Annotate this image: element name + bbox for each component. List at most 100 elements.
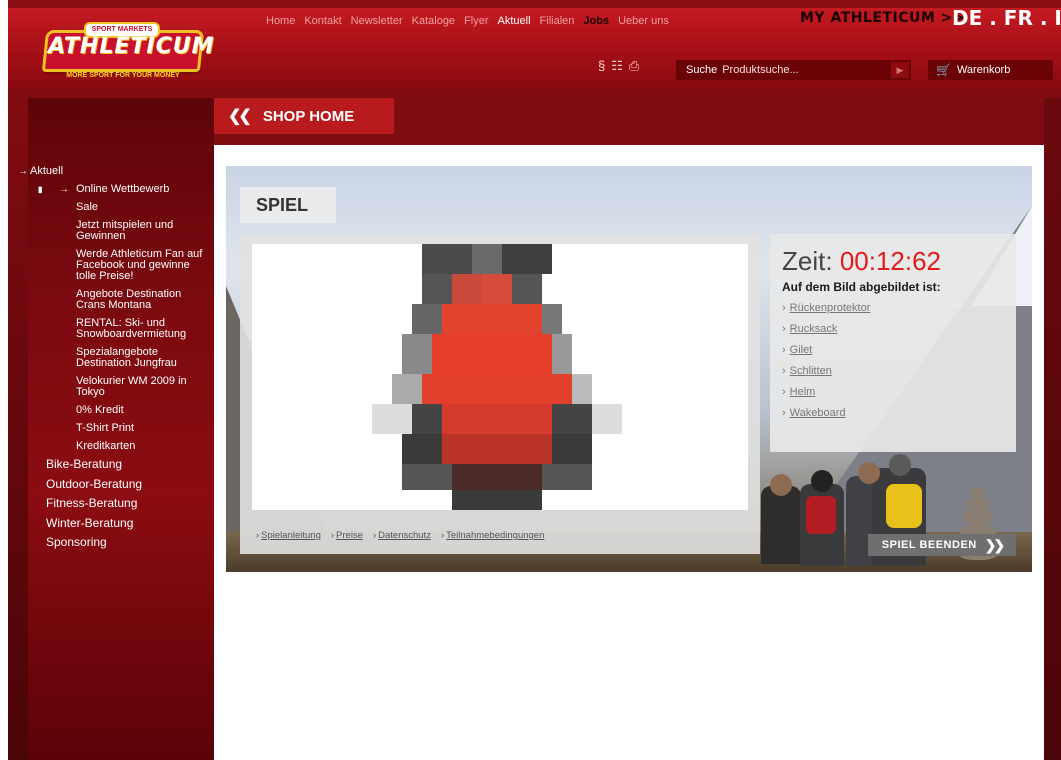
- end-game-button[interactable]: SPIEL BEENDEN ❯❯: [868, 534, 1016, 556]
- hiker-figure: [761, 486, 801, 564]
- answer-option[interactable]: › Schlitten: [782, 361, 870, 382]
- mosaic-tile: [402, 434, 442, 464]
- mosaic-tile: [502, 244, 552, 274]
- print-icon[interactable]: ⎙: [629, 58, 639, 74]
- nav-item-aktuell[interactable]: Aktuell: [498, 15, 531, 27]
- language-separator: .: [982, 6, 1004, 30]
- hiker-head: [811, 470, 833, 492]
- answer-option[interactable]: › Rückenprotektor: [782, 298, 870, 319]
- mosaic-tile: [372, 404, 412, 434]
- footer-link[interactable]: Spielanleitung: [261, 530, 321, 541]
- pixelated-product-image: [252, 244, 748, 510]
- end-game-label: SPIEL BEENDEN: [881, 539, 977, 551]
- search-label: Suche: [686, 64, 718, 76]
- answer-option[interactable]: › Gilet: [782, 340, 870, 361]
- paragraph-icon[interactable]: §: [598, 58, 605, 74]
- my-athleticum-link[interactable]: MY ATHLETICUM >>: [800, 10, 965, 26]
- language-separator: .: [1032, 6, 1055, 30]
- answer-option[interactable]: › Rucksack: [782, 319, 870, 340]
- arrow-right-icon: →: [59, 184, 69, 195]
- red-backpack: [806, 496, 836, 534]
- mosaic-tile: [552, 404, 592, 434]
- footer-link-item: › Teilnahmebedingungen: [441, 530, 544, 541]
- logo-tagline: MORE SPORT FOR YOUR MONEY: [66, 72, 180, 79]
- sidebar-item-label: Angebote Destination Crans Montana: [76, 288, 182, 311]
- tree-marker-icon: ▮: [0, 167, 5, 176]
- sidebar-item-label: Outdoor-Beratung: [46, 476, 143, 491]
- hiker-head: [889, 454, 911, 476]
- timer-label: Zeit:: [782, 246, 833, 276]
- language-de[interactable]: DE: [952, 6, 982, 30]
- cart-button[interactable]: 🛒 Warenkorb: [928, 60, 1053, 80]
- bullet-chevron-icon: ›: [440, 530, 445, 541]
- footer-link[interactable]: Preise: [336, 530, 363, 541]
- nav-item-home[interactable]: Home: [266, 15, 295, 27]
- bullet-chevron-icon: ›: [782, 323, 786, 335]
- language-fr[interactable]: FR: [1004, 6, 1033, 30]
- bullet-chevron-icon: ›: [782, 386, 786, 398]
- footer-link-item: › Preise: [331, 530, 363, 541]
- mosaic-tile: [452, 464, 542, 490]
- mosaic-tile: [422, 244, 472, 274]
- mosaic-tile: [472, 244, 502, 274]
- left-margin: [0, 0, 8, 760]
- right-margin: [1044, 98, 1061, 760]
- footer-link[interactable]: Datenschutz: [378, 530, 431, 541]
- answer-option[interactable]: › Helm: [782, 382, 870, 403]
- yellow-backpack: [886, 484, 922, 528]
- nav-item-filialen[interactable]: Filialen: [540, 15, 575, 27]
- timer-value: 00:12:62: [839, 246, 942, 276]
- sidebar-item-label: Spezialangebote Destination Jungfrau: [76, 346, 177, 369]
- language-switcher: DE . FR . IT: [952, 6, 1061, 30]
- search-submit-button[interactable]: ▶: [891, 62, 909, 78]
- sidebar-item-label: 0% Kredit: [76, 404, 124, 416]
- mosaic-tile: [432, 334, 552, 374]
- question-text: Auf dem Bild abgebildet ist:: [782, 280, 941, 294]
- answer-label: Wakeboard: [789, 407, 846, 419]
- search-input[interactable]: [722, 61, 873, 79]
- nav-item-flyer[interactable]: Flyer: [464, 15, 488, 27]
- nav-item-ueber-uns[interactable]: Ueber uns: [618, 15, 669, 27]
- bullet-chevron-icon: ›: [782, 344, 786, 356]
- footer-link[interactable]: Teilnahmebedingungen: [446, 530, 544, 541]
- sidebar-item-label: T-Shirt Print: [76, 422, 135, 434]
- footer-link-item: › Spielanleitung: [256, 530, 321, 541]
- mosaic-tile: [442, 434, 552, 464]
- sitemap-icon[interactable]: ☷: [611, 58, 623, 74]
- mosaic-tile: [422, 274, 452, 304]
- bullet-chevron-icon: ›: [372, 530, 377, 541]
- mosaic-tile: [412, 304, 442, 334]
- mosaic-tile: [442, 404, 552, 434]
- timer: Zeit: 00:12:62: [782, 246, 941, 277]
- mosaic-tile: [552, 334, 572, 374]
- mosaic-tile: [422, 374, 572, 404]
- mosaic-tile: [452, 490, 542, 510]
- answer-panel: Zeit: 00:12:62 Auf dem Bild abgebildet i…: [770, 234, 1016, 452]
- mosaic-tile: [452, 274, 482, 304]
- sidebar-item-label: Winter-Beratung: [46, 515, 134, 530]
- bullet-chevron-icon: ›: [782, 365, 786, 377]
- cart-label: Warenkorb: [956, 64, 1011, 76]
- shop-home-button[interactable]: ❮❮ SHOP HOME: [214, 98, 394, 134]
- game-footer-links: › Spielanleitung › Preise › Datenschutz › Teiln…: [256, 530, 544, 541]
- mosaic-tile: [542, 464, 592, 490]
- utility-icons: § ☷ ⎙: [598, 58, 639, 74]
- mosaic-tile: [572, 374, 592, 404]
- nav-item-newsletter[interactable]: Newsletter: [351, 15, 403, 27]
- nav-item-kontakt[interactable]: Kontakt: [304, 15, 341, 27]
- hiker-head: [770, 474, 792, 496]
- answer-option[interactable]: › Wakeboard: [782, 403, 870, 424]
- mosaic-tile: [402, 334, 432, 374]
- nav-item-jobs[interactable]: Jobs: [583, 15, 609, 27]
- athleticum-logo[interactable]: SPORT MARKETS ATHLETICUM MORE SPORT FOR …: [38, 20, 213, 84]
- nav-item-kataloge[interactable]: Kataloge: [412, 15, 455, 27]
- search-bar: Suche ▶: [676, 60, 911, 80]
- bullet-chevron-icon: ›: [782, 407, 786, 419]
- double-chevron-left-icon: ❮❮: [228, 108, 252, 125]
- answer-label: Rucksack: [789, 323, 838, 335]
- language-it[interactable]: IT: [1054, 6, 1061, 30]
- answer-label: Gilet: [789, 344, 813, 356]
- sidebar: ▮ → Aktuell ▮ → Online Wettbewerb Sale Jetzt mi…: [0, 98, 214, 760]
- answer-label: Helm: [789, 386, 816, 398]
- bullet-chevron-icon: ›: [256, 530, 260, 541]
